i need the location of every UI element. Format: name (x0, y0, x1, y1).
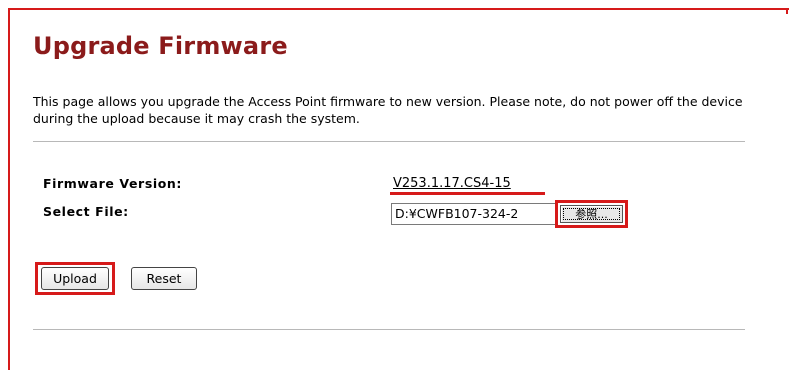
frame-edge (786, 8, 788, 14)
version-highlight-underline (390, 192, 545, 195)
divider-bottom (33, 329, 745, 330)
browse-highlight: 参照... (555, 200, 628, 228)
browse-button[interactable]: 参照... (560, 205, 623, 223)
page-description: This page allows you upgrade the Access … (33, 94, 743, 126)
select-file-label: Select File: (43, 204, 129, 219)
upload-button[interactable]: Upload (41, 267, 109, 290)
file-path-input[interactable]: D:¥CWFB107-324-2 (391, 203, 556, 225)
divider-top (33, 141, 745, 142)
firmware-version-value: V253.1.17.CS4-15 (393, 176, 511, 191)
page-title: Upgrade Firmware (33, 32, 288, 60)
reset-button[interactable]: Reset (131, 267, 197, 290)
firmware-version-label: Firmware Version: (43, 176, 183, 191)
